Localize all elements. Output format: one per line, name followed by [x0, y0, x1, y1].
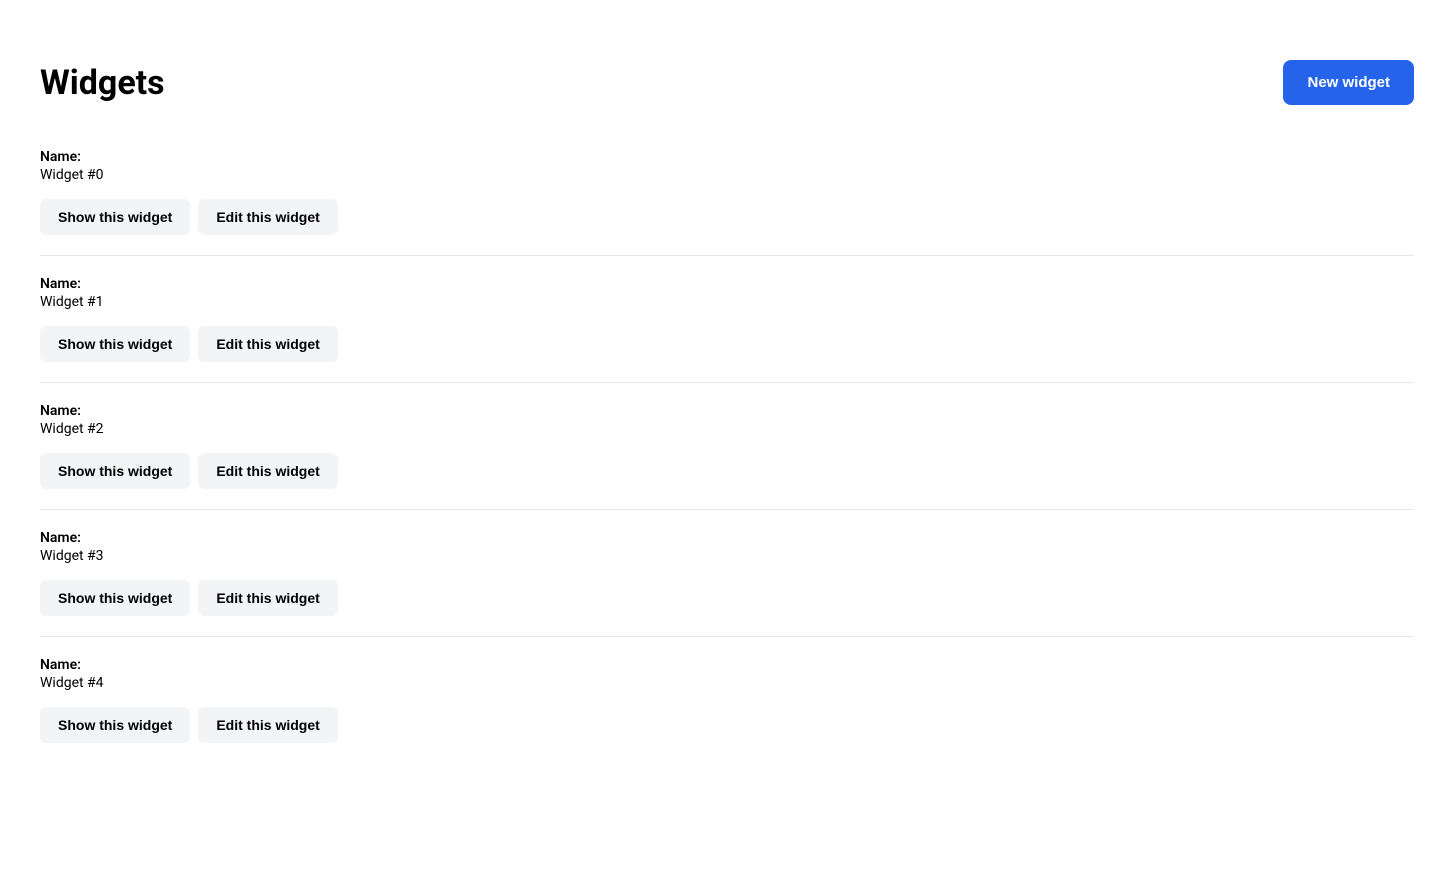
show-widget-button[interactable]: Show this widget [40, 707, 190, 743]
widget-name-value: Widget #1 [40, 294, 1414, 310]
widget-name-value: Widget #2 [40, 421, 1414, 437]
new-widget-button[interactable]: New widget [1283, 60, 1414, 105]
edit-widget-button[interactable]: Edit this widget [198, 326, 337, 362]
widget-name-label: Name: [40, 403, 1414, 419]
widget-name-label: Name: [40, 276, 1414, 292]
page-title: Widgets [40, 63, 165, 103]
widget-actions: Show this widgetEdit this widget [40, 707, 1414, 743]
show-widget-button[interactable]: Show this widget [40, 199, 190, 235]
edit-widget-button[interactable]: Edit this widget [198, 453, 337, 489]
show-widget-button[interactable]: Show this widget [40, 580, 190, 616]
page-header: Widgets New widget [40, 60, 1414, 105]
widget-item: Name: Widget #2 Show this widgetEdit this … [40, 383, 1414, 510]
widget-name-label: Name: [40, 530, 1414, 546]
widget-name-value: Widget #4 [40, 675, 1414, 691]
widget-item: Name: Widget #4 Show this widgetEdit this … [40, 637, 1414, 763]
show-widget-button[interactable]: Show this widget [40, 453, 190, 489]
page-container: Widgets New widget Name: Widget #0 Show th… [0, 0, 1454, 803]
widget-item: Name: Widget #1 Show this widgetEdit this … [40, 256, 1414, 383]
widget-item: Name: Widget #0 Show this widgetEdit this … [40, 129, 1414, 256]
widget-name-value: Widget #0 [40, 167, 1414, 183]
widget-name-label: Name: [40, 657, 1414, 673]
widget-name-label: Name: [40, 149, 1414, 165]
widget-list: Name:Widget #0Show this widgetEdit this … [40, 129, 1414, 763]
edit-widget-button[interactable]: Edit this widget [198, 580, 337, 616]
widget-actions: Show this widgetEdit this widget [40, 326, 1414, 362]
widget-actions: Show this widgetEdit this widget [40, 453, 1414, 489]
show-widget-button[interactable]: Show this widget [40, 326, 190, 362]
edit-widget-button[interactable]: Edit this widget [198, 707, 337, 743]
widget-name-value: Widget #3 [40, 548, 1414, 564]
widget-actions: Show this widgetEdit this widget [40, 199, 1414, 235]
widget-actions: Show this widgetEdit this widget [40, 580, 1414, 616]
widget-item: Name: Widget #3 Show this widgetEdit this … [40, 510, 1414, 637]
edit-widget-button[interactable]: Edit this widget [198, 199, 337, 235]
